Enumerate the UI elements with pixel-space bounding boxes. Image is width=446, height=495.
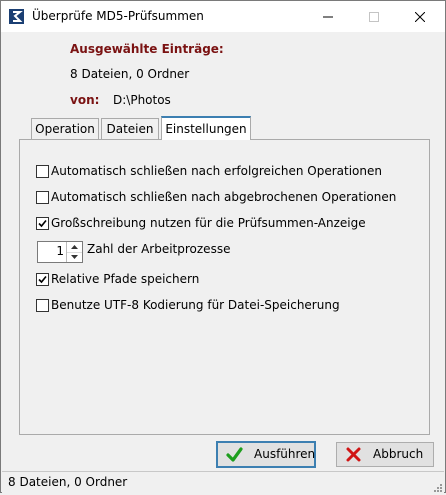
app-icon [9, 9, 24, 24]
worker-count-value[interactable]: 1 [38, 244, 64, 258]
close-icon [415, 11, 425, 22]
worker-count-label: Zahl der Arbeitprozesse [87, 242, 231, 256]
worker-count-spinner[interactable]: 1 [37, 241, 83, 263]
maximize-button[interactable] [351, 1, 397, 32]
auto-close-abort-checkbox[interactable] [36, 191, 49, 204]
from-label: von: [70, 93, 100, 107]
window-title: Überprüfe MD5-Prüfsummen [32, 9, 204, 23]
uppercase-checksum-checkbox[interactable] [36, 217, 49, 230]
tab-label: Operation [35, 122, 95, 136]
run-button[interactable]: Ausführen [216, 441, 316, 468]
run-button-label: Ausführen [254, 447, 316, 461]
auto-close-success-checkbox[interactable] [36, 165, 49, 178]
arrow-up-icon [71, 245, 78, 249]
settings-panel: Automatisch schließen nach erfolgreichen… [19, 139, 430, 435]
cancel-button[interactable]: Abbruch [336, 442, 434, 467]
checkmark-icon [226, 446, 243, 463]
selection-summary: 8 Dateien, 0 Ordner [70, 67, 190, 81]
utf8-encoding-label: Benutze UTF-8 Kodierung für Datei-Speich… [51, 298, 340, 312]
tab-operation[interactable]: Operation [31, 118, 99, 139]
selection-heading: Ausgewählte Einträge: [70, 42, 224, 56]
checkmark-icon [38, 275, 47, 284]
cancel-button-label: Abbruch [373, 447, 424, 461]
uppercase-checksum-label: Großschreibung nutzen für die Prüfsummen… [51, 216, 366, 230]
spinner-buttons [66, 242, 82, 262]
checkmark-icon [38, 219, 47, 228]
cross-icon [345, 446, 362, 463]
tab-einstellungen[interactable]: Einstellungen [161, 116, 251, 140]
minimize-icon [323, 16, 333, 17]
arrow-down-icon [71, 255, 78, 259]
resize-grip-icon[interactable] [432, 481, 442, 492]
relative-paths-checkbox[interactable] [36, 273, 49, 286]
utf8-encoding-checkbox[interactable] [36, 299, 49, 312]
minimize-button[interactable] [305, 1, 351, 32]
tab-label: Einstellungen [165, 122, 247, 136]
auto-close-success-label: Automatisch schließen nach erfolgreichen… [51, 164, 382, 178]
from-path: D:\Photos [113, 93, 171, 107]
title-bar: Überprüfe MD5-Prüfsummen [1, 1, 445, 32]
status-bar: 8 Dateien, 0 Ordner [2, 471, 444, 493]
auto-close-abort-label: Automatisch schließen nach abgebrochenen… [51, 190, 397, 204]
tab-label: Dateien [106, 122, 154, 136]
maximize-icon [369, 11, 379, 22]
dialog-window: Überprüfe MD5-Prüfsummen Ausgewählte Ein… [0, 0, 446, 493]
spinner-down-button[interactable] [67, 252, 82, 262]
close-button[interactable] [397, 1, 443, 32]
tab-dateien[interactable]: Dateien [101, 118, 159, 139]
status-text: 8 Dateien, 0 Ordner [8, 475, 128, 489]
relative-paths-label: Relative Pfade speichern [51, 272, 200, 286]
